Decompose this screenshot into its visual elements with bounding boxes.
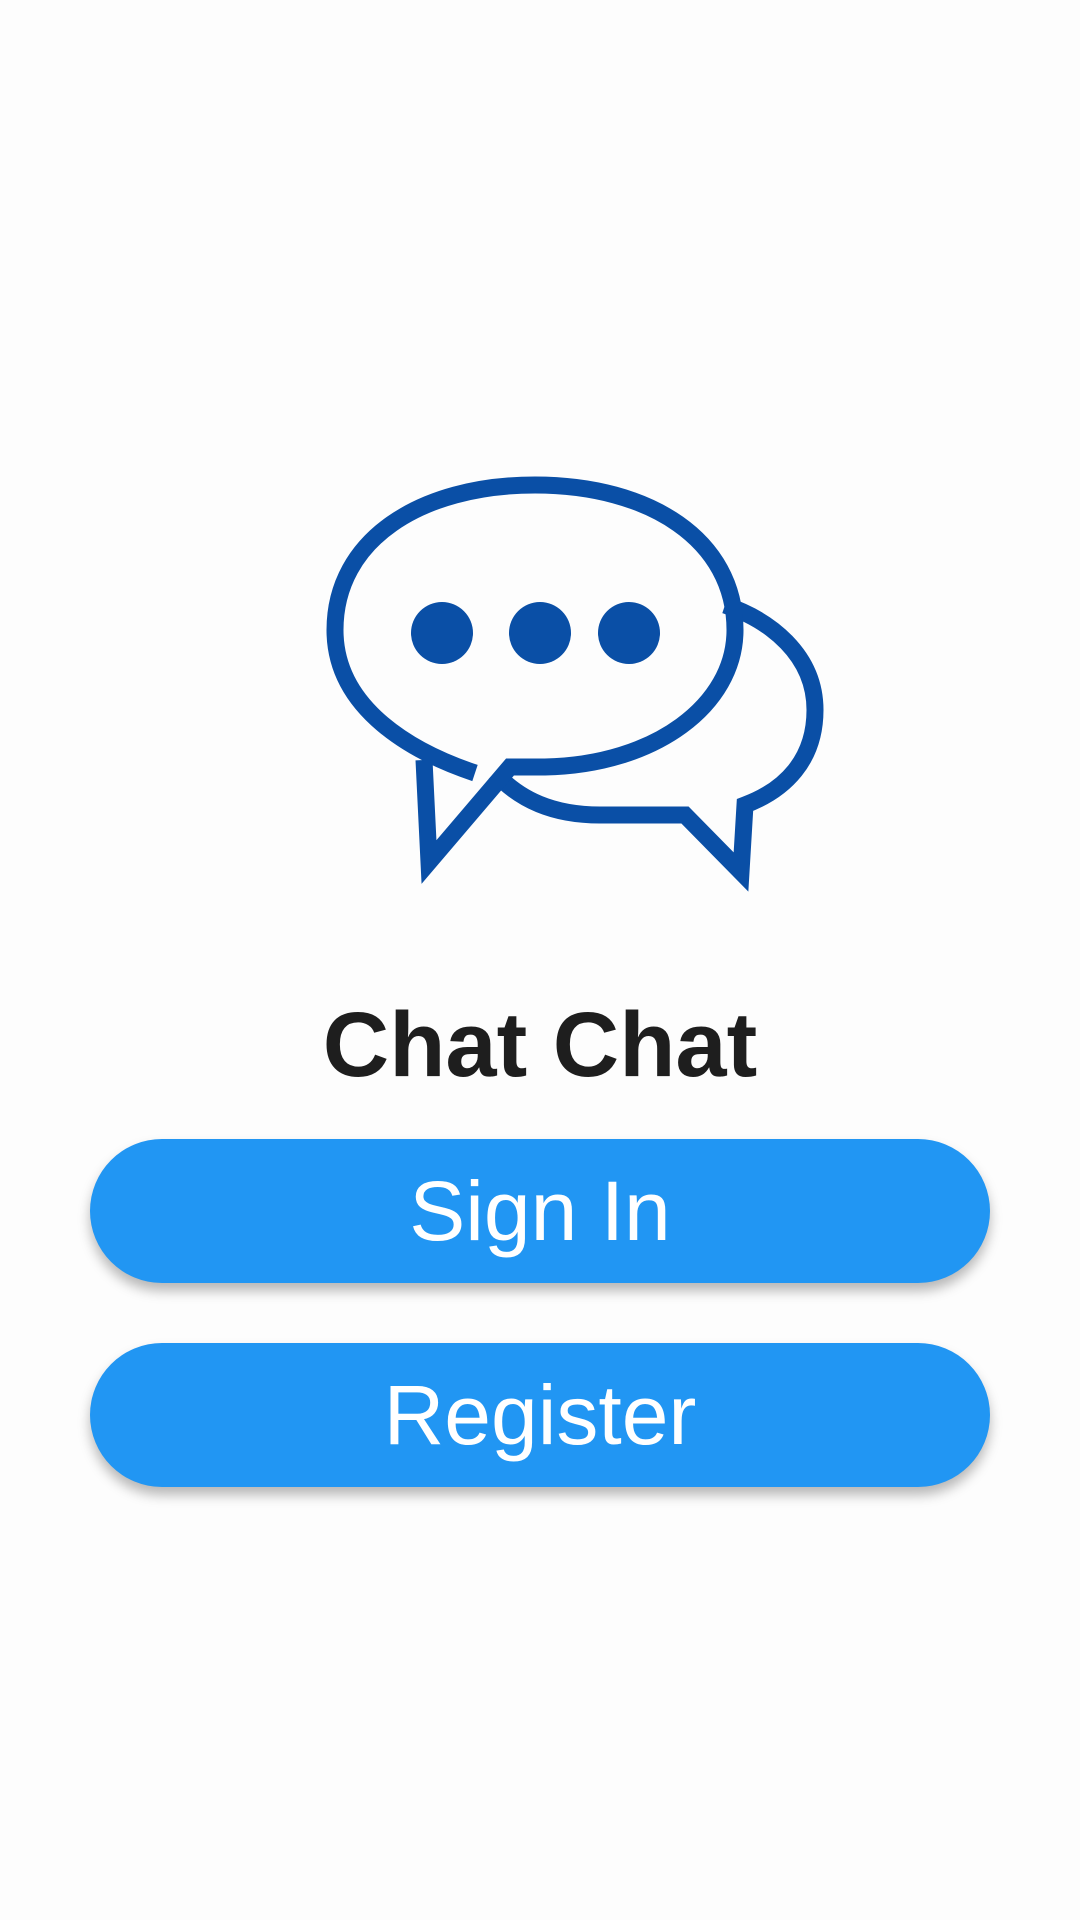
chat-bubbles-icon: [325, 470, 825, 920]
register-button[interactable]: Register: [90, 1343, 990, 1487]
sign-in-button[interactable]: Sign In: [90, 1139, 990, 1283]
app-title: Chat Chat: [322, 994, 758, 1096]
